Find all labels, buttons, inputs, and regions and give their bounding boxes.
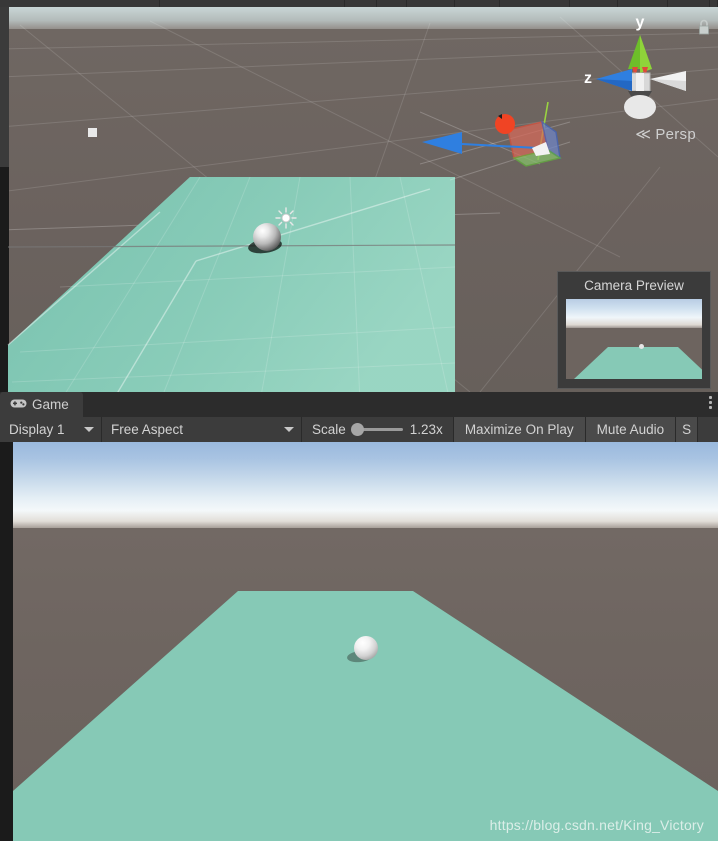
projection-mode-label[interactable]: ≪ Persp bbox=[635, 125, 696, 143]
game-tab-bar: Game bbox=[0, 392, 718, 417]
camera-preview-panel: Camera Preview bbox=[557, 271, 711, 389]
maximize-on-play-button[interactable]: Maximize On Play bbox=[453, 417, 586, 442]
scene-green-plane[interactable] bbox=[0, 167, 500, 392]
scale-slider-group[interactable]: Scale 1.23x bbox=[302, 417, 454, 442]
lock-icon[interactable] bbox=[697, 19, 711, 41]
scale-slider[interactable] bbox=[350, 423, 403, 436]
game-panel: Game Display 1 Free Aspect Scale 1.23x M… bbox=[0, 392, 718, 841]
game-sphere-object bbox=[354, 636, 378, 660]
persp-chevron-icon: ≪ bbox=[635, 126, 652, 143]
mute-audio-button[interactable]: Mute Audio bbox=[585, 417, 677, 442]
display-dropdown[interactable]: Display 1 bbox=[0, 417, 102, 442]
toolbar-segment bbox=[377, 0, 407, 7]
scale-label: Scale bbox=[312, 422, 346, 437]
toolbar-segment bbox=[668, 0, 710, 7]
toolbar-segment bbox=[0, 0, 160, 7]
scene-vertex-handle[interactable] bbox=[88, 128, 97, 137]
camera-preview-title: Camera Preview bbox=[584, 278, 684, 293]
watermark-text: https://blog.csdn.net/King_Victory bbox=[489, 817, 704, 833]
mute-audio-label: Mute Audio bbox=[596, 422, 665, 437]
toolbar-segment bbox=[710, 0, 718, 7]
stats-button[interactable]: S bbox=[676, 417, 699, 442]
game-sky bbox=[13, 442, 718, 532]
light-gizmo-icon[interactable] bbox=[275, 207, 297, 229]
toolbar-segment bbox=[618, 0, 668, 7]
tab-game[interactable]: Game bbox=[0, 392, 83, 417]
toolbar-segment bbox=[500, 0, 570, 7]
menu-dot bbox=[709, 396, 712, 399]
toolbar-segment bbox=[455, 0, 500, 7]
camera-preview-sky bbox=[566, 299, 702, 329]
toolbar-segment bbox=[570, 0, 618, 7]
game-green-plane bbox=[13, 591, 718, 841]
scene-orientation-gizmo[interactable]: y z bbox=[570, 11, 710, 141]
camera-preview-sphere bbox=[639, 344, 644, 349]
gamepad-icon bbox=[10, 397, 27, 412]
game-view-render[interactable]: https://blog.csdn.net/King_Victory bbox=[0, 442, 718, 841]
toolbar-segment bbox=[407, 0, 455, 7]
svg-text:y: y bbox=[636, 14, 645, 31]
camera-preview-plane bbox=[574, 347, 702, 379]
display-dropdown-value: Display 1 bbox=[9, 422, 65, 437]
unity-editor-window: y z ≪ Persp Camera Preview Game Display … bbox=[0, 0, 718, 841]
scene-left-panel-edge bbox=[0, 7, 9, 167]
panel-menu-icon[interactable] bbox=[709, 396, 712, 409]
maximize-on-play-label: Maximize On Play bbox=[464, 422, 574, 437]
game-toolbar: Display 1 Free Aspect Scale 1.23x Maximi… bbox=[0, 417, 718, 442]
top-toolbar-strip bbox=[0, 0, 718, 7]
menu-dot bbox=[709, 401, 712, 404]
scale-slider-knob[interactable] bbox=[350, 423, 364, 436]
toolbar-segment bbox=[160, 0, 345, 7]
menu-dot bbox=[709, 406, 712, 409]
stats-label: S bbox=[682, 422, 692, 437]
scene-view[interactable]: y z ≪ Persp Camera Preview bbox=[0, 7, 718, 392]
toolbar-segment bbox=[345, 0, 377, 7]
chevron-down-icon bbox=[284, 427, 294, 432]
chevron-down-icon bbox=[84, 427, 94, 432]
aspect-dropdown-value: Free Aspect bbox=[111, 422, 184, 437]
svg-text:z: z bbox=[584, 70, 592, 87]
scale-value: 1.23x bbox=[409, 422, 443, 437]
camera-object-gizmo[interactable] bbox=[419, 101, 580, 182]
aspect-ratio-dropdown[interactable]: Free Aspect bbox=[102, 417, 302, 442]
camera-preview-render bbox=[566, 299, 702, 379]
tab-game-label: Game bbox=[32, 397, 69, 412]
persp-text: Persp bbox=[655, 126, 696, 143]
